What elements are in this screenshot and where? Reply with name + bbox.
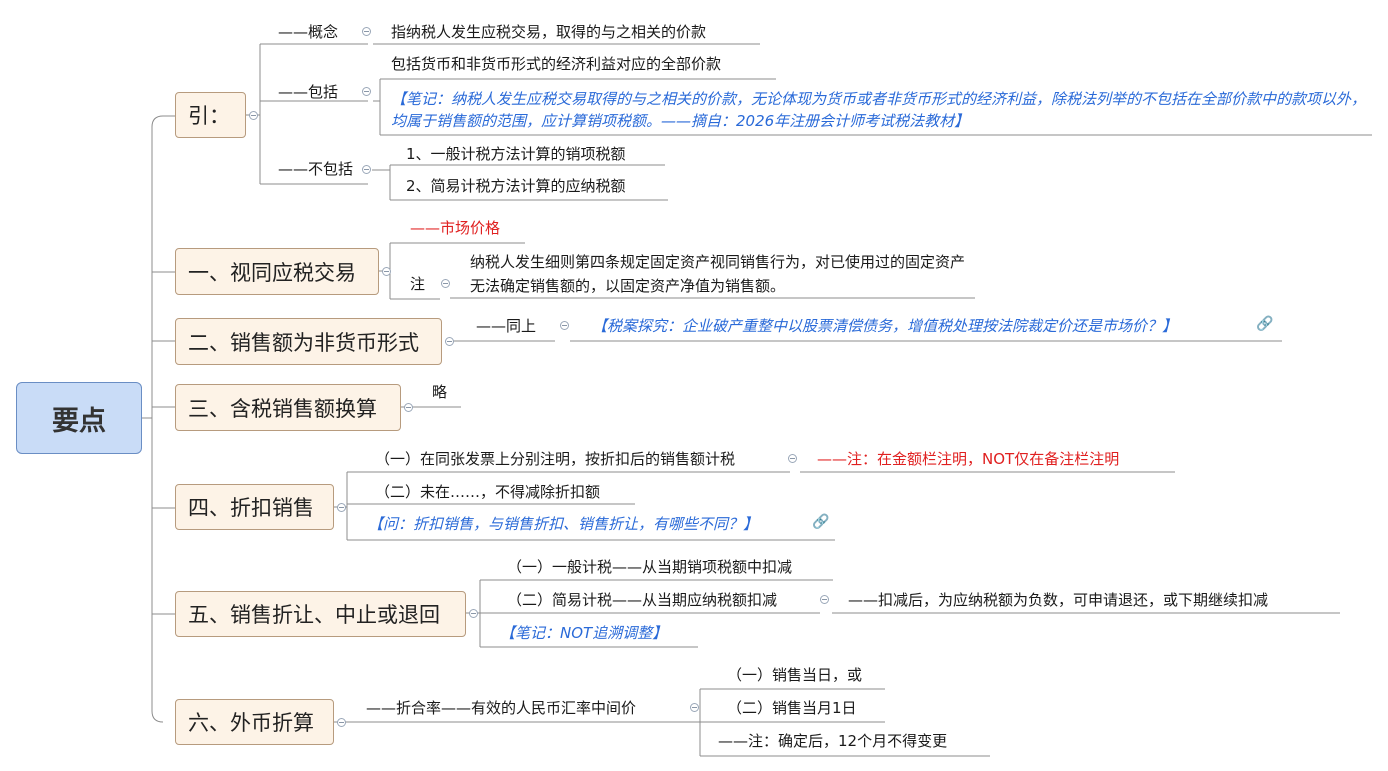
collapse-icon[interactable]	[820, 595, 829, 604]
collapse-icon[interactable]	[690, 703, 699, 712]
fx-item-2: （二）销售当月1日	[727, 699, 857, 717]
discount-item-2: （二）未在……，不得减除折扣额	[375, 483, 601, 501]
exclude-item-2: 2、简易计税方法计算的应纳税额	[406, 177, 626, 195]
include-label: ——包括	[278, 83, 339, 101]
allowance-item-2-note: ——扣减后，为应纳税额为负数，可申请退还，或下期继续扣减	[848, 591, 1269, 609]
topic-tax-inclusive-conversion[interactable]: 三、含税销售额换算	[175, 384, 401, 431]
include-text: 包括货币和非货币形式的经济利益对应的全部价款	[391, 55, 722, 73]
concept-label: ——概念	[278, 23, 339, 41]
fx-item-3: ——注：确定后，12个月不得变更	[718, 732, 948, 750]
topic-sales-allowance-return[interactable]: 五、销售折让、中止或退回	[175, 591, 466, 637]
collapse-icon[interactable]	[469, 609, 478, 618]
include-note: 【笔记：纳税人发生应税交易取得的与之相关的价款，无论体现为货币或者非货币形式的经…	[391, 90, 1367, 130]
collapse-icon[interactable]	[788, 454, 797, 463]
allowance-item-1: （一）一般计税——从当期销项税额中扣减	[507, 558, 793, 576]
omitted-text: 略	[432, 383, 448, 401]
allowance-note: 【笔记：NOT追溯调整】	[500, 624, 668, 642]
collapse-icon[interactable]	[382, 267, 391, 276]
note-label: 注	[410, 275, 426, 293]
allowance-item-2: （二）简易计税——从当期应纳税额扣减	[507, 591, 778, 609]
discount-item-1-note: ——注：在金额栏注明，NOT仅在备注栏注明	[817, 450, 1120, 468]
collapse-icon[interactable]	[337, 503, 346, 512]
link-icon[interactable]: 🔗	[812, 514, 829, 530]
market-price: ——市场价格	[410, 219, 501, 237]
fx-item-1: （一）销售当日，或	[727, 666, 863, 684]
discount-question-link[interactable]: 【问：折扣销售，与销售折扣、销售折让，有哪些不同？】	[368, 514, 758, 534]
concept-text: 指纳税人发生应税交易，取得的与之相关的价款	[391, 23, 707, 41]
exclude-item-1: 1、一般计税方法计算的销项税额	[406, 145, 626, 163]
same-as-above: ——同上	[476, 317, 537, 335]
note-text: 纳税人发生细则第四条规定固定资产视同销售行为，对已使用过的固定资产无法确定销售额…	[470, 253, 966, 295]
collapse-icon[interactable]	[362, 165, 371, 174]
collapse-icon[interactable]	[362, 87, 371, 96]
tax-case-link[interactable]: 【税案探究：企业破产重整中以股票清偿债务，增值税处理按法院裁定价还是市场价？】	[592, 316, 1177, 336]
collapse-icon[interactable]	[445, 337, 454, 346]
topic-non-monetary-sales[interactable]: 二、销售额为非货币形式	[175, 318, 442, 365]
exclude-label: ——不包括	[278, 160, 354, 178]
collapse-icon[interactable]	[560, 321, 569, 330]
collapse-icon[interactable]	[249, 111, 258, 120]
collapse-icon[interactable]	[362, 27, 371, 36]
collapse-icon[interactable]	[404, 403, 413, 412]
topic-deemed-taxable-transaction[interactable]: 一、视同应税交易	[175, 248, 379, 295]
topic-foreign-currency-conversion[interactable]: 六、外币折算	[175, 699, 334, 745]
collapse-icon[interactable]	[337, 718, 346, 727]
topic-intro[interactable]: 引：	[175, 92, 246, 138]
root-topic[interactable]: 要点	[16, 382, 142, 454]
exchange-rate-text: ——折合率——有效的人民币汇率中间价	[366, 699, 637, 717]
discount-item-1: （一）在同张发票上分别注明，按折扣后的销售额计税	[375, 450, 736, 468]
topic-discount-sales[interactable]: 四、折扣销售	[175, 484, 334, 530]
collapse-icon[interactable]	[441, 279, 450, 288]
link-icon[interactable]: 🔗	[1256, 316, 1273, 332]
